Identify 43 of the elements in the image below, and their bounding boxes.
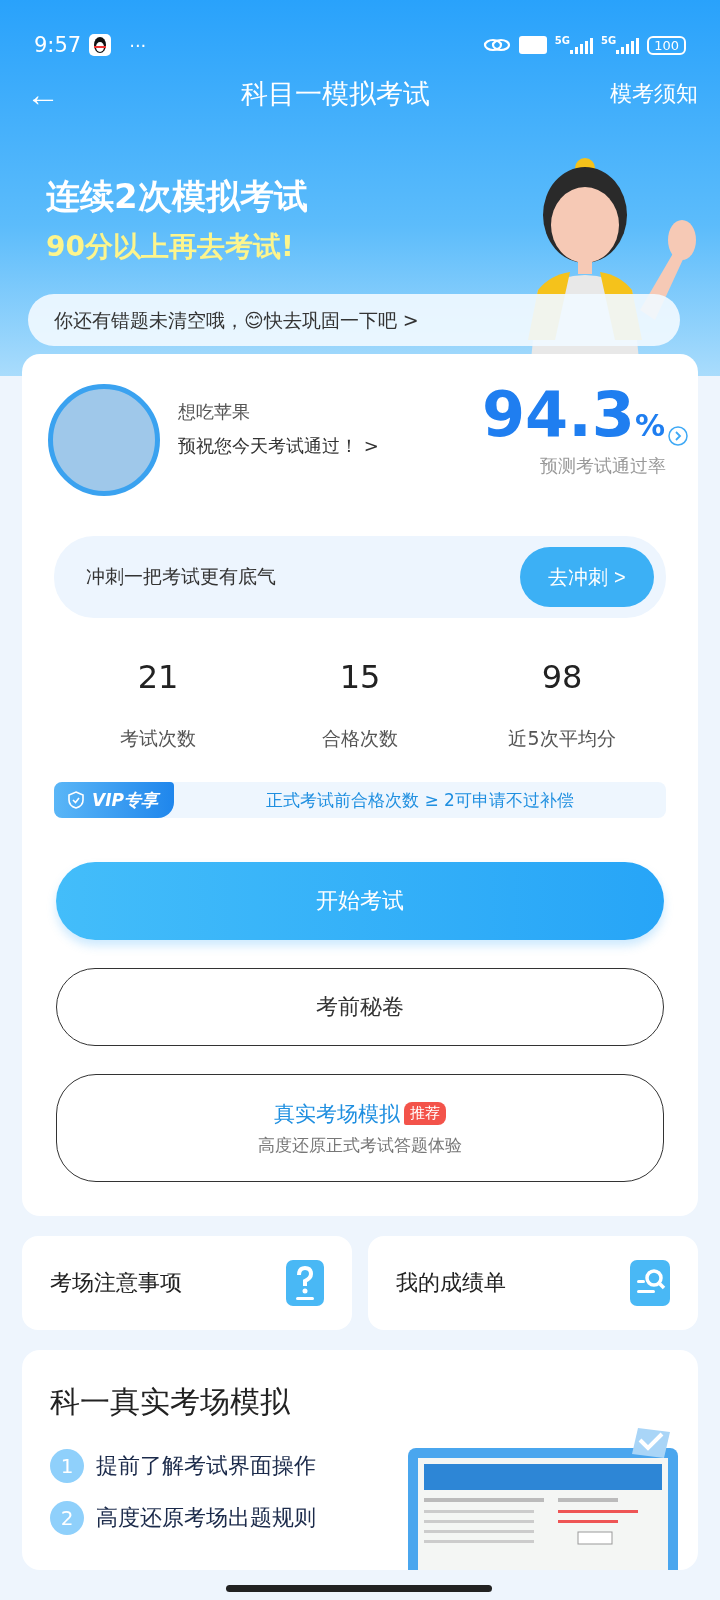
chevron-circle-icon <box>668 426 688 446</box>
more-indicator: ··· <box>129 34 147 56</box>
signal-icon <box>616 36 640 54</box>
stat-value: 21 <box>136 658 180 696</box>
shortcut-card[interactable]: 我的成绩单 <box>368 1236 698 1330</box>
link-icon <box>482 37 511 53</box>
stat-value: 98 <box>540 658 584 696</box>
wrong-questions-link[interactable]: 你还有错题未清空哦，😊快去巩固一下吧 > <box>28 294 680 346</box>
step-text: 高度还原考场出题规则 <box>96 1504 316 1532</box>
page-title: 科目一模拟考试 <box>240 77 430 111</box>
question-icon <box>286 1260 324 1306</box>
button-subtitle: 高度还原正式考试答题体验 <box>258 1133 462 1157</box>
stat-label: 合格次数 <box>321 726 399 751</box>
network-type: 5G <box>554 36 570 46</box>
search-icon <box>630 1260 670 1306</box>
banner-subheadline: 90分以上再去考试! <box>46 229 295 265</box>
recommend-tag: 推荐 <box>404 1102 446 1125</box>
real-exam-button[interactable]: 真实考场模拟 推荐 高度还原正式考试答题体验 <box>56 1074 664 1182</box>
step-text: 提前了解考试界面操作 <box>96 1452 316 1480</box>
user-name: 想吃苹果 <box>178 400 251 424</box>
shortcut-card[interactable]: 考场注意事项 <box>22 1236 352 1330</box>
vip-benefit-text: 正式考试前合格次数 ≥ 2可申请不过补偿 <box>265 788 575 812</box>
step-number: 1 <box>50 1449 84 1483</box>
shortcut-label: 考场注意事项 <box>50 1269 182 1297</box>
stat-value: 15 <box>338 658 382 696</box>
battery-indicator: 100 <box>647 35 686 55</box>
wish-link[interactable]: 预祝您今天考试通过！ > <box>178 434 482 458</box>
network-type: 5G <box>601 36 617 46</box>
section-title: 科一真实考场模拟 <box>50 1383 291 1421</box>
shield-icon <box>68 791 84 809</box>
status-time: 9:57 <box>34 33 82 57</box>
shortcut-label: 我的成绩单 <box>396 1269 506 1297</box>
pass-rate: 94.3% <box>481 384 665 446</box>
step-number: 2 <box>50 1501 84 1535</box>
stat-label: 近5次平均分 <box>507 726 617 751</box>
sprint-text: 冲刺一把考试更有底气 <box>86 564 276 589</box>
signal-icon <box>570 36 593 54</box>
stat-label: 考试次数 <box>119 726 197 751</box>
pass-rate-label: 预测考试通过率 <box>540 454 666 478</box>
button-title: 真实考场模拟 <box>274 1100 400 1128</box>
penguin-app-icon <box>89 34 112 56</box>
banner-headline: 连续2次模拟考试 <box>46 175 308 218</box>
secret-paper-button[interactable]: 考前秘卷 <box>56 968 664 1046</box>
